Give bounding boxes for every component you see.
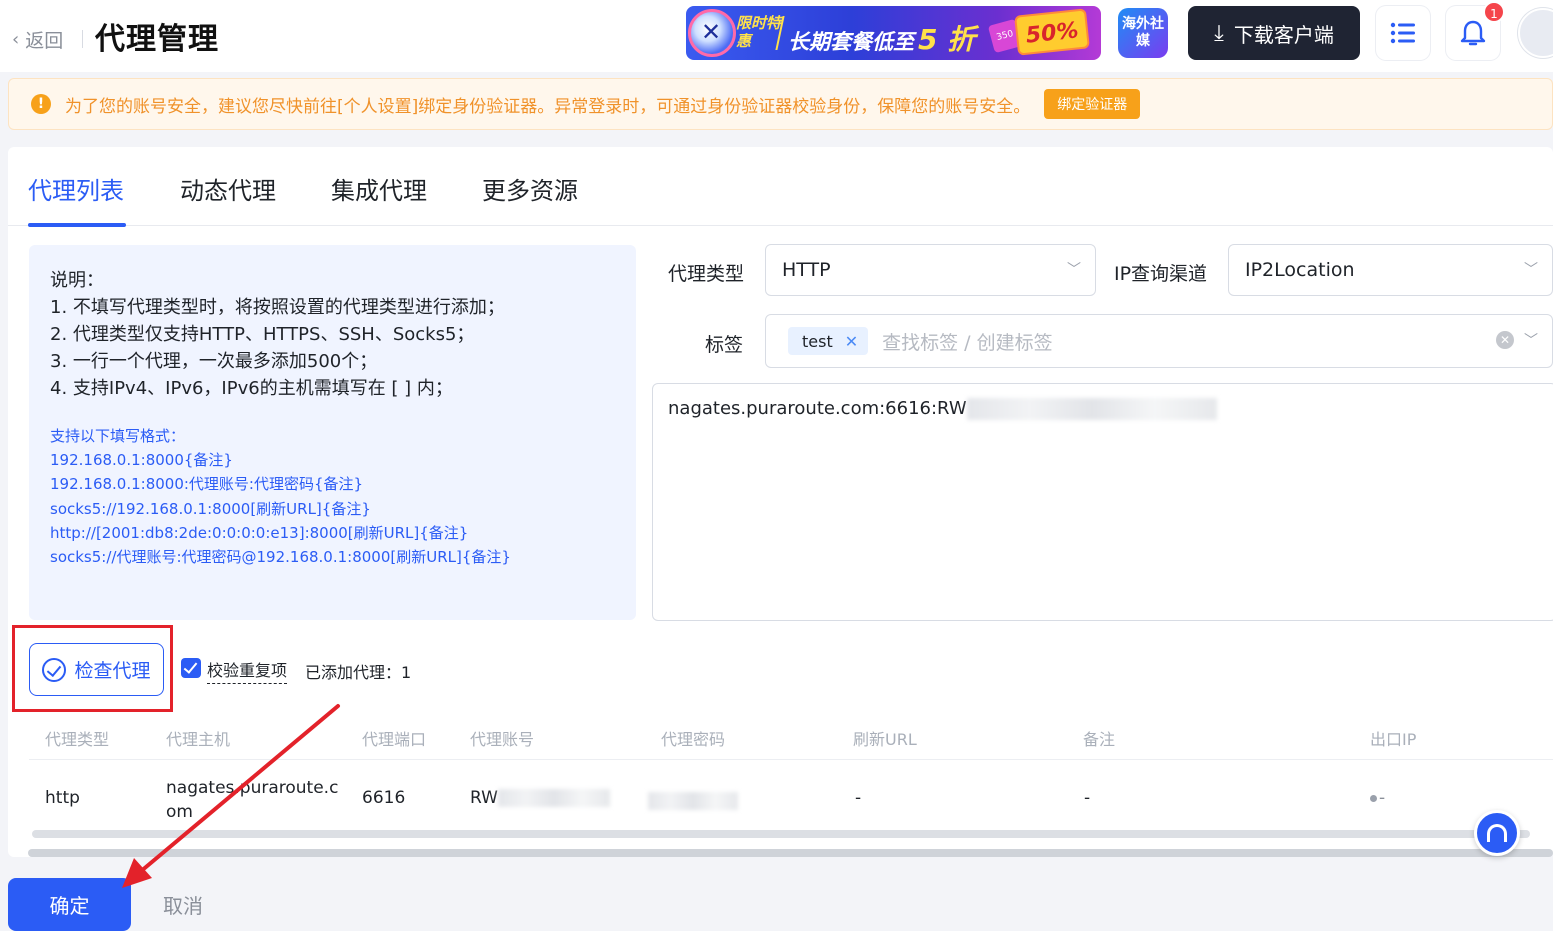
verify-duplicates-checkbox[interactable] (181, 658, 201, 678)
tag-chip-label: test (802, 331, 833, 351)
confirm-button[interactable]: 确定 (8, 878, 131, 931)
social-media-button[interactable]: 海外社媒 (1118, 8, 1168, 58)
instructions-panel: 说明： 1. 不填写代理类型时，将按照设置的代理类型进行添加； 2. 代理类型仅… (29, 245, 636, 620)
cell-port: 6616 (362, 788, 406, 808)
security-alert: ! 为了您的账号安全，建议您尽快前往[个人设置]绑定身份验证器。异常登录时，可通… (8, 78, 1553, 130)
tags-label: 标签 (705, 334, 744, 356)
download-label: 下载客户端 (1233, 24, 1334, 47)
redacted-credential (966, 398, 1217, 420)
tab-bar: 代理列表 动态代理 集成代理 更多资源 (8, 147, 1553, 227)
ip-channel-value: IP2Location (1245, 259, 1355, 281)
tag-search-input[interactable]: 查找标签 / 创建标签 (882, 328, 1052, 355)
cell-exit-ip: - (1370, 788, 1385, 808)
tab-more-resources[interactable]: 更多资源 (482, 171, 578, 206)
cell-type: http (45, 788, 80, 808)
format-line: 支持以下填写格式： (50, 427, 186, 445)
download-client-button[interactable]: ⤓ 下载客户端 (1188, 6, 1360, 60)
tag-chip: test ✕ (788, 327, 869, 355)
format-line: socks5://192.168.0.1:8000[刷新URL]{备注} (50, 499, 371, 518)
cell-host-line: om (166, 802, 193, 822)
format-line: 192.168.0.1:8000:代理账号:代理密码{备注} (50, 475, 364, 494)
tab-integrated-proxy[interactable]: 集成代理 (331, 171, 427, 206)
redacted-password (648, 792, 738, 810)
cell-note: - (1084, 788, 1091, 808)
chevron-down-icon: ﹀ (1524, 262, 1538, 278)
annotation-highlight-box (12, 625, 173, 712)
customer-support-button[interactable] (1474, 810, 1520, 856)
cell-host: nagates.puraroute.c om (166, 776, 338, 824)
header-divider (82, 30, 83, 48)
avatar[interactable] (1518, 8, 1553, 58)
instruction-line: 4. 支持IPv4、IPv6，IPv6的主机需填写在 [ ] 内； (50, 378, 453, 399)
cell-refresh-url: - (855, 788, 862, 808)
download-icon: ⤓ (1214, 20, 1224, 45)
clear-icon[interactable]: ✕ (1496, 331, 1514, 349)
back-label: 返回 (25, 30, 64, 52)
active-tab-indicator (28, 223, 126, 227)
table-header (29, 712, 1553, 760)
bell-icon (1460, 20, 1486, 46)
column-header: 代理端口 (362, 730, 427, 749)
list-icon (1390, 22, 1415, 44)
page-title: 代理管理 (95, 22, 219, 57)
column-header: 代理账号 (470, 730, 535, 749)
close-icon[interactable]: ✕ (845, 332, 858, 351)
cell-host-line: nagates.puraroute.c (166, 778, 339, 798)
task-list-button[interactable] (1376, 6, 1430, 60)
proxy-card: 代理列表 动态代理 集成代理 更多资源 说明： 1. 不填写代理类型时，将按照设… (8, 147, 1553, 857)
top-header: ‹ 返回 代理管理 ✕ 限时特惠 长期套餐低至 5 折 350 50% 海外社媒 … (0, 0, 1553, 72)
promo-logo-icon: ✕ (688, 9, 736, 57)
instruction-line: 2. 代理类型仅支持HTTP、HTTPS、SSH、Socks5； (50, 324, 475, 345)
headset-icon (1487, 824, 1507, 842)
promo-banner[interactable]: ✕ 限时特惠 长期套餐低至 5 折 350 50% (686, 6, 1101, 60)
cell-account-text: RW (470, 788, 498, 808)
back-button[interactable]: ‹ 返回 (12, 26, 63, 53)
format-line: http://[2001:db8:2de:0:0:0:0:e13]:8000[刷… (50, 523, 469, 542)
proxy-input-text: nagates.puraroute.com:6616:RW (668, 398, 967, 419)
column-header: 出口IP (1370, 730, 1417, 749)
column-header: 代理密码 (661, 730, 726, 749)
page-scrollbar[interactable] (28, 849, 1553, 857)
format-line: socks5://代理账号:代理密码@192.168.0.1:8000[刷新UR… (50, 548, 511, 567)
warning-icon: ! (31, 94, 51, 114)
notification-badge: 1 (1483, 1, 1505, 23)
column-header: 备注 (1083, 730, 1116, 749)
column-header: 刷新URL (853, 730, 917, 749)
ip-channel-select[interactable]: IP2Location ﹀ (1228, 244, 1553, 296)
cell-exit-ip-text: - (1379, 788, 1386, 808)
tags-select[interactable]: test ✕ 查找标签 / 创建标签 ✕ ﹀ (765, 314, 1553, 368)
proxy-input-textarea[interactable]: nagates.puraroute.com:6616:RW (652, 383, 1553, 621)
instruction-line: 说明： (50, 270, 104, 291)
table-scrollbar[interactable] (32, 830, 1530, 838)
cancel-button[interactable]: 取消 (151, 878, 215, 931)
cell-password (648, 791, 738, 811)
tab-proxy-list[interactable]: 代理列表 (28, 171, 124, 206)
proxy-type-value: HTTP (782, 259, 831, 281)
proxy-type-select[interactable]: HTTP ﹀ (765, 244, 1096, 296)
redacted-account (497, 789, 610, 807)
instruction-line: 1. 不填写代理类型时，将按照设置的代理类型进行添加； (50, 297, 505, 318)
verify-duplicates-label[interactable]: 校验重复项 (207, 657, 288, 684)
added-count: 已添加代理：1 (305, 663, 412, 682)
format-line: 192.168.0.1:8000{备注} (50, 451, 233, 470)
cell-account: RW (470, 788, 610, 808)
promo-tag: 限时特惠 (736, 14, 782, 50)
bind-authenticator-button[interactable]: 绑定验证器 (1044, 89, 1141, 119)
chevron-left-icon: ‹ (12, 29, 20, 50)
column-header: 代理主机 (166, 730, 231, 749)
promo-text: 长期套餐低至 5 折 (788, 23, 976, 56)
status-dot-icon (1370, 794, 1377, 802)
promo-discount-badge: 50% (1014, 8, 1090, 56)
proxy-type-label: 代理类型 (668, 263, 745, 285)
column-header: 代理类型 (45, 730, 110, 749)
chevron-down-icon: ﹀ (1067, 262, 1081, 278)
instruction-line: 3. 一行一个代理，一次最多添加500个； (50, 351, 378, 372)
tab-dynamic-proxy[interactable]: 动态代理 (180, 171, 276, 206)
ip-channel-label: IP查询渠道 (1114, 263, 1208, 285)
alert-text: 为了您的账号安全，建议您尽快前往[个人设置]绑定身份验证器。异常登录时，可通过身… (65, 96, 1031, 117)
chevron-down-icon: ﹀ (1524, 333, 1538, 349)
